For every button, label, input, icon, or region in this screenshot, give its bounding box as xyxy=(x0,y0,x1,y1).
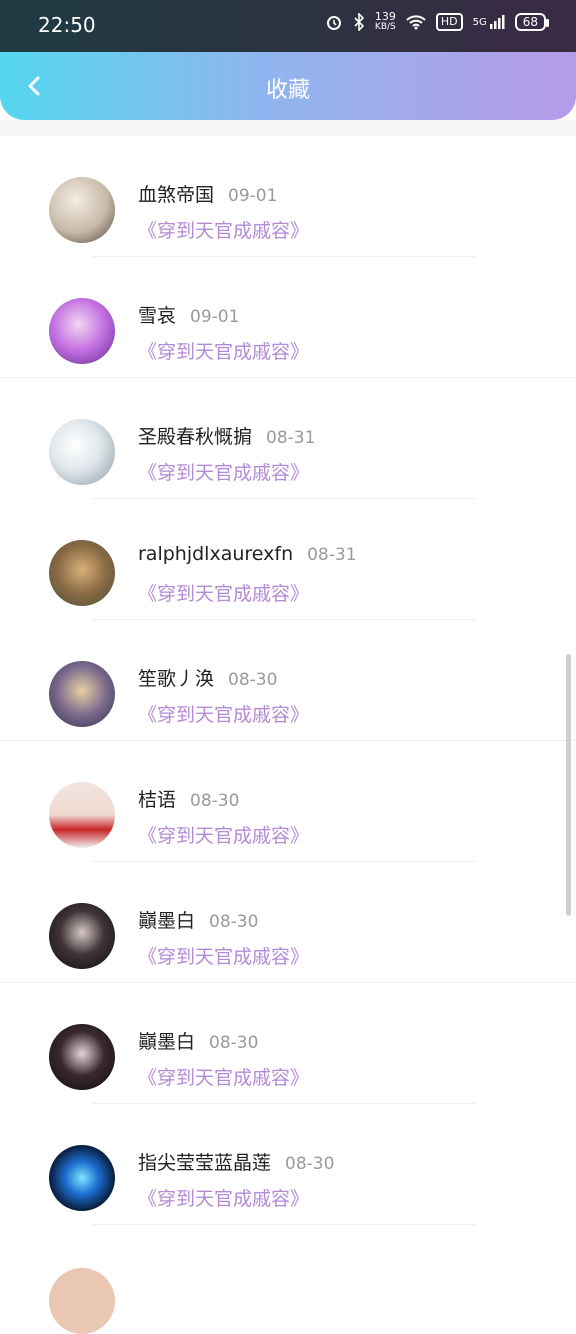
avatar xyxy=(49,782,115,848)
user-name-row: 巓墨白 08-30 xyxy=(138,906,258,933)
user-name: 笙歌丿涣 xyxy=(138,668,215,690)
list-item[interactable]: 笙歌丿涣 08-30 《穿到天官成戚容》 xyxy=(0,620,576,741)
list-item[interactable]: 圣殿春秋慨掮 08-31 《穿到天官成戚容》 xyxy=(0,378,576,499)
status-bar: 22:50 139 KB/S HD 5G 68 xyxy=(0,0,576,52)
favorite-date: 08-30 xyxy=(228,670,278,690)
book-title[interactable]: 《穿到天官成戚容》 xyxy=(138,216,309,243)
favorite-date: 09-01 xyxy=(228,186,278,206)
favorite-date: 08-30 xyxy=(209,912,259,932)
book-title[interactable]: 《穿到天官成戚容》 xyxy=(138,1184,309,1211)
network-speed: 139 KB/S xyxy=(374,10,396,32)
avatar xyxy=(49,540,115,606)
user-name-row: 雪哀 09-01 xyxy=(138,301,239,328)
book-title[interactable]: 《穿到天官成戚容》 xyxy=(138,942,309,969)
user-name: 巓墨白 xyxy=(138,1031,196,1053)
avatar xyxy=(49,419,115,485)
book-title[interactable]: 《穿到天官成戚容》 xyxy=(138,700,309,727)
list-item[interactable]: 指尖莹莹蓝晶莲 08-30 《穿到天官成戚容》 xyxy=(0,1104,576,1225)
bluetooth-icon xyxy=(353,13,365,31)
scrollbar[interactable] xyxy=(566,654,571,916)
user-name: 桔语 xyxy=(138,789,177,811)
wifi-icon xyxy=(406,14,426,30)
avatar xyxy=(49,298,115,364)
speed-unit: KB/S xyxy=(374,22,396,32)
network-type: 5G xyxy=(472,16,487,28)
avatar xyxy=(49,1268,115,1334)
battery-indicator: 68 xyxy=(514,13,550,31)
speed-value: 139 xyxy=(374,10,396,23)
list-top-gap xyxy=(0,120,576,136)
list-item[interactable]: 桔语 08-30 《穿到天官成戚容》 xyxy=(0,741,576,862)
list-item[interactable]: 巓墨白 08-30 《穿到天官成戚容》 xyxy=(0,862,576,983)
user-name: 雪哀 xyxy=(138,305,177,327)
favorite-date: 08-30 xyxy=(209,1033,259,1053)
divider xyxy=(92,1224,476,1225)
user-name-row: 巓墨白 08-30 xyxy=(138,1027,258,1054)
user-name-row: ralphjdlxaurexfn 08-31 xyxy=(138,543,357,565)
user-name-row: 圣殿春秋慨掮 08-31 xyxy=(138,422,315,449)
avatar xyxy=(49,177,115,243)
favorite-date: 08-31 xyxy=(266,428,316,448)
signal-icon: 5G xyxy=(473,14,505,30)
hd-badge: HD xyxy=(435,13,463,31)
user-name: ralphjdlxaurexfn xyxy=(138,543,294,565)
user-name: 圣殿春秋慨掮 xyxy=(138,426,253,448)
list-item[interactable]: ralphjdlxaurexfn 08-31 《穿到天官成戚容》 xyxy=(0,499,576,620)
book-title[interactable]: 《穿到天官成戚容》 xyxy=(138,337,309,364)
favorite-date: 08-30 xyxy=(285,1154,335,1174)
list-item[interactable]: 雪哀 09-01 《穿到天官成戚容》 xyxy=(0,257,576,378)
book-title[interactable]: 《穿到天官成戚容》 xyxy=(138,579,309,606)
avatar xyxy=(49,1145,115,1211)
favorite-date: 08-30 xyxy=(190,791,240,811)
user-name-row: 血煞帝国 09-01 xyxy=(138,180,277,207)
list-item[interactable]: 血煞帝国 09-01 《穿到天官成戚容》 xyxy=(0,136,576,257)
favorite-date: 09-01 xyxy=(190,307,240,327)
user-name: 巓墨白 xyxy=(138,910,196,932)
status-icons: 139 KB/S HD 5G 68 xyxy=(325,10,550,32)
avatar xyxy=(49,661,115,727)
user-name-row: 笙歌丿涣 08-30 xyxy=(138,664,277,691)
header-bar: 收藏 xyxy=(0,52,576,120)
user-name: 血煞帝国 xyxy=(138,184,215,206)
favorites-list: 血煞帝国 09-01 《穿到天官成戚容》 雪哀 09-01 《穿到天官成戚容》 圣殿… xyxy=(0,136,576,1225)
user-name-row: 桔语 08-30 xyxy=(138,785,239,812)
page-title: 收藏 xyxy=(265,78,310,103)
avatar xyxy=(49,903,115,969)
list-item[interactable]: 巓墨白 08-30 《穿到天官成戚容》 xyxy=(0,983,576,1104)
favorite-date: 08-31 xyxy=(307,545,357,565)
book-title[interactable]: 《穿到天官成戚容》 xyxy=(138,821,309,848)
alarm-icon xyxy=(325,13,343,31)
user-name: 指尖莹莹蓝晶莲 xyxy=(138,1152,272,1174)
book-title[interactable]: 《穿到天官成戚容》 xyxy=(138,1063,309,1090)
avatar xyxy=(49,1024,115,1090)
user-name-row: 指尖莹莹蓝晶莲 08-30 xyxy=(138,1148,334,1175)
book-title[interactable]: 《穿到天官成戚容》 xyxy=(138,458,309,485)
status-time: 22:50 xyxy=(38,13,96,37)
